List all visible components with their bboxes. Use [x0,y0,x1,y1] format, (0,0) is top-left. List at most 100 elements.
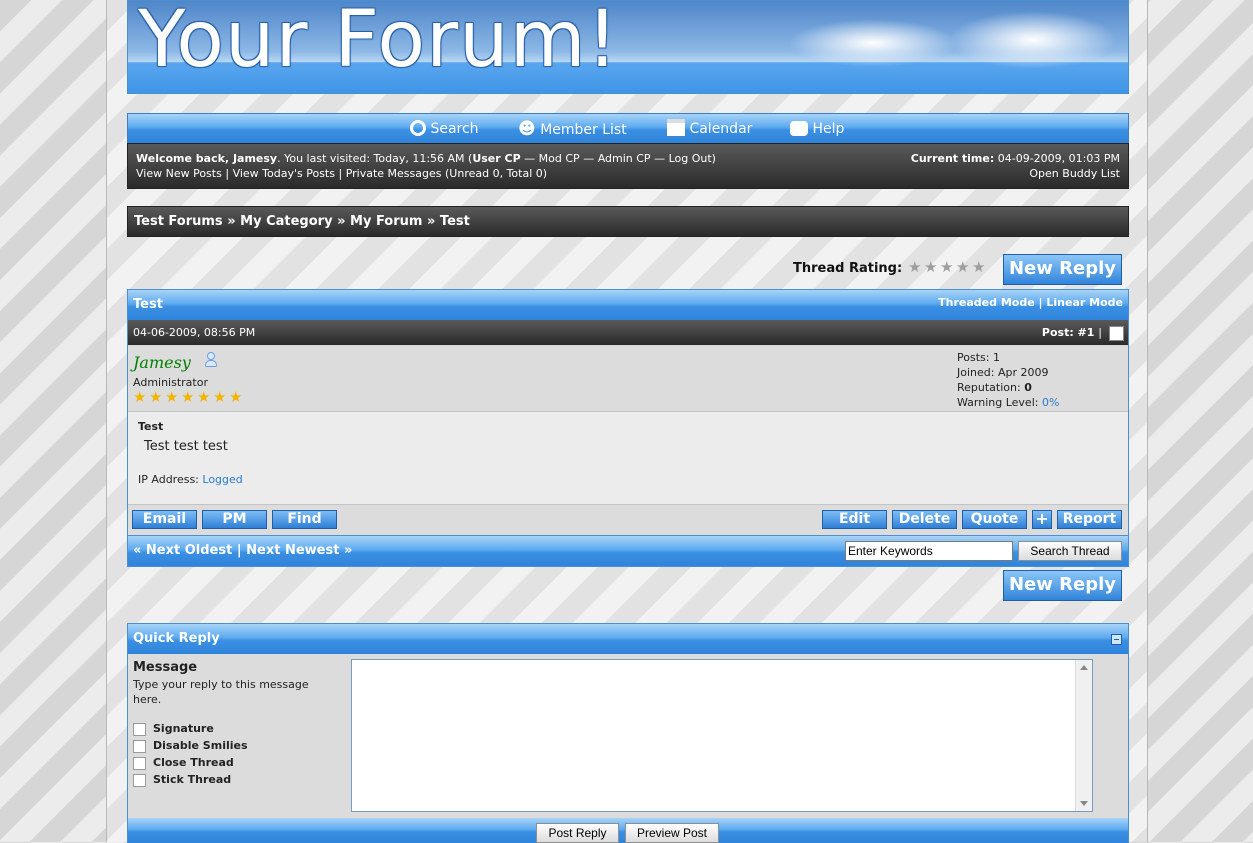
thread-rating-label: Thread Rating: [793,261,903,276]
scroll-up-icon[interactable] [1080,665,1088,670]
scroll-down-icon[interactable] [1080,801,1088,806]
threaded-mode-link[interactable]: Threaded Mode [938,296,1035,309]
separator: — [583,152,595,165]
separator: | [236,543,242,558]
stick-thread-checkbox[interactable] [133,774,146,787]
rating-star-icon[interactable]: ★ [924,260,937,275]
edit-button[interactable]: Edit [822,510,887,529]
thread-search-input[interactable]: Enter Keywords [845,541,1013,561]
breadcrumb-item-my-forum[interactable]: My Forum [350,214,422,229]
main-nav: Search ☻ Member List Calendar Help [127,113,1129,144]
report-button[interactable]: Report [1057,510,1122,529]
ip-address: IP Address: Logged [138,473,243,486]
calendar-icon [667,119,685,136]
pm-button[interactable]: PM [202,510,267,529]
rating-star-icon[interactable]: ★ [908,260,921,275]
quick-reply-footer: Post Reply Preview Post [128,818,1128,843]
stat-warning: Warning Level: 0% [957,396,1060,409]
multiquote-checkbox[interactable] [1109,326,1124,341]
post-reply-button[interactable]: Post Reply [536,823,619,843]
find-button[interactable]: Find [272,510,337,529]
admin-cp-link[interactable]: Admin CP [598,152,651,165]
separator: | [338,167,343,180]
open-buddy-list-link[interactable]: Open Buddy List [1029,166,1120,181]
welcome-line-2: View New Posts | View Today's Posts | Pr… [136,166,547,181]
post-body: Test Test test test IP Address: Logged [128,412,1128,505]
next-newest-link[interactable]: Next Newest » [246,543,352,558]
multiquote-plus-button[interactable]: + [1032,510,1052,529]
warning-level-link[interactable]: 0% [1042,396,1059,409]
new-reply-button-bottom[interactable]: New Reply [1003,570,1122,601]
breadcrumb-sep: » [426,214,436,229]
nav-member-list[interactable]: ☻ Member List [518,119,627,139]
delete-button[interactable]: Delete [892,510,957,529]
user-cp-link[interactable]: User CP [472,152,520,165]
next-oldest-link[interactable]: « Next Oldest [133,543,232,558]
post-number-link[interactable]: Post: #1 [1042,326,1095,339]
message-textarea[interactable] [351,659,1093,812]
nav-search[interactable]: Search [410,119,479,139]
breadcrumb-sep: » [337,214,346,229]
close-thread-checkbox[interactable] [133,757,146,770]
rank-star-icon: ★ [149,388,163,406]
message-label: Message [133,660,198,675]
search-icon [410,120,426,136]
separator: | [225,167,230,180]
separator: — [654,152,666,165]
breadcrumb-sep: » [227,214,236,229]
search-thread-button[interactable]: Search Thread [1018,541,1122,561]
author-name[interactable]: Jamesy [133,353,191,372]
option-stick-thread[interactable]: Stick Thread [133,773,333,788]
textarea-scrollbar[interactable] [1075,660,1092,811]
option-disable-smilies[interactable]: Disable Smilies [133,739,333,754]
thread-title: Test [133,297,163,312]
option-close-thread[interactable]: Close Thread [133,756,333,771]
current-time-label: Current time: [910,152,995,165]
cloud-decoration [788,19,958,67]
post-date-bar: 04-06-2009, 08:56 PM Post: #1 | [128,320,1128,345]
quote-button[interactable]: Quote [962,510,1027,529]
nav-calendar[interactable]: Calendar [667,119,752,139]
thread-table: Test Threaded Mode | Linear Mode 04-06-2… [127,289,1129,567]
collapse-icon[interactable] [1111,634,1122,645]
mod-cp-link[interactable]: Mod CP [539,152,580,165]
option-signature[interactable]: Signature [133,722,333,737]
post-subject: Test [138,420,164,433]
separator: | [1038,296,1043,309]
rank-star-icon: ★ [181,388,195,406]
quick-reply-panel: Quick Reply Message Type your reply to t… [127,623,1129,843]
last-visited-text: . You last visited: Today, 11:56 AM ( [277,152,473,165]
new-reply-button[interactable]: New Reply [1003,254,1122,285]
linear-mode-link[interactable]: Linear Mode [1046,296,1123,309]
site-logo[interactable]: Your Forum! [138,1,619,85]
rating-star-icon[interactable]: ★ [956,260,969,275]
quick-reply-options: Signature Disable Smilies Close Thread S… [133,722,333,792]
log-out-link[interactable]: Log Out [669,152,712,165]
private-messages-link[interactable]: Private Messages [346,167,442,180]
breadcrumb-item-my-category[interactable]: My Category [240,214,332,229]
author-stats: Posts: 1 Joined: Apr 2009 Reputation: 0 … [957,350,1059,410]
thread-rating-stars[interactable]: ★ ★ ★ ★ ★ [908,260,992,276]
thread-navigation: « Next Oldest | Next Newest » Enter Keyw… [128,536,1128,566]
signature-checkbox[interactable] [133,723,146,736]
cloud-decoration [948,11,1118,69]
rating-star-icon[interactable]: ★ [972,260,985,275]
disable-smilies-checkbox[interactable] [133,740,146,753]
rank-star-icon: ★ [165,388,179,406]
current-time: Current time: 04-09-2009, 01:03 PM [911,151,1120,166]
online-status-icon [205,352,217,368]
breadcrumb-item-test-forums[interactable]: Test Forums [134,214,223,229]
welcome-greeting: Welcome back, Jamesy [136,152,278,165]
nav-help[interactable]: Help [790,119,844,139]
ip-logged-link[interactable]: Logged [202,473,242,486]
current-time-value: 04-09-2009, 01:03 PM [997,152,1120,165]
view-mode-links: Threaded Mode | Linear Mode [938,296,1123,309]
view-new-posts-link[interactable]: View New Posts [136,167,222,180]
message-help: Type your reply to this message here. [133,678,309,706]
rank-star-icon: ★ [213,388,227,406]
view-todays-posts-link[interactable]: View Today's Posts [233,167,335,180]
rating-star-icon[interactable]: ★ [940,260,953,275]
author-rank-stars: ★ ★ ★ ★ ★ ★ ★ [133,390,253,406]
preview-post-button[interactable]: Preview Post [625,823,719,843]
email-button[interactable]: Email [132,510,197,529]
